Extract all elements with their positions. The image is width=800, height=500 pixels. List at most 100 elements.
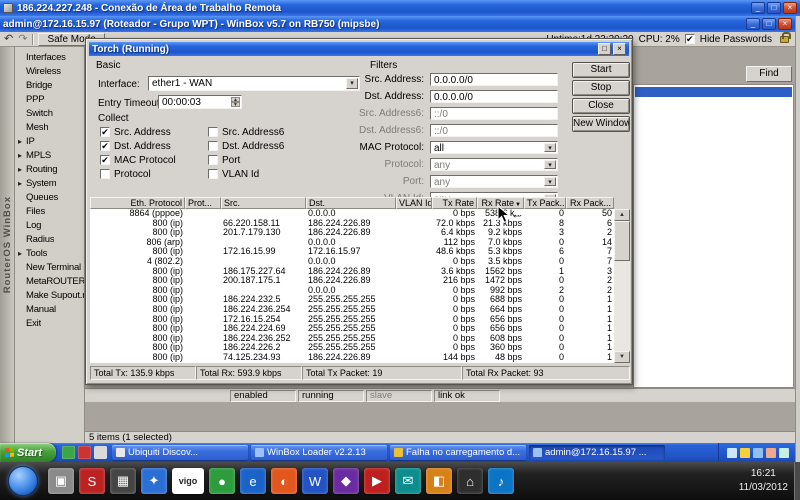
sidebar-item-radius[interactable]: Radius	[15, 232, 84, 246]
sidebar-item-metarouter[interactable]: MetaROUTER	[15, 274, 84, 288]
table-row[interactable]: 800 (ip)186.224.232.5255.255.255.2550 bp…	[90, 295, 614, 305]
filter-field-port[interactable]: any▾	[430, 175, 558, 188]
scroll-down-button[interactable]: ▼	[614, 351, 630, 363]
app-icon-6[interactable]: ●	[209, 468, 235, 494]
dropdown-button[interactable]: ▾	[544, 143, 556, 152]
column-header-dst[interactable]: Dst.	[306, 197, 396, 209]
taskbar-task-falha-no-carregamento-d[interactable]: Falha no carregamento d...	[390, 445, 526, 460]
table-row[interactable]: 800 (ip)172.16.15.254255.255.255.2550 bp…	[90, 315, 614, 325]
collect-checkbox-dst-address[interactable]: ✔Dst. Address	[100, 139, 176, 153]
tray-icon[interactable]	[740, 448, 750, 458]
selected-row[interactable]	[635, 87, 792, 97]
sidebar-item-exit[interactable]: Exit	[15, 316, 84, 330]
sidebar-item-bridge[interactable]: Bridge	[15, 78, 84, 92]
taskbar-task-admin-172-16-15-97[interactable]: admin@172.16.15.97 ...	[529, 445, 665, 460]
spinner-down-icon[interactable]: ▼	[231, 102, 240, 107]
dropdown-button[interactable]: ▾	[544, 160, 556, 169]
scroll-up-button[interactable]: ▲	[614, 209, 630, 221]
table-row[interactable]: 800 (ip)74.125.234.93186.224.226.89144 b…	[90, 353, 614, 363]
torch-restore-button[interactable]: □	[598, 43, 611, 55]
app-icon-8[interactable]: ◐	[271, 468, 297, 494]
table-row[interactable]: 800 (ip)186.224.236.254255.255.255.2550 …	[90, 305, 614, 315]
winbox-restore-button[interactable]: □	[762, 18, 776, 30]
app-icon-9[interactable]: W	[302, 468, 328, 494]
taskbar-clock[interactable]: 16:21 11/03/2012	[739, 467, 788, 495]
filter-field-src-address[interactable]: 0.0.0.0/0	[430, 73, 558, 86]
entry-timeout-field[interactable]: 00:00:03 ▲ ▼	[158, 95, 242, 109]
table-row[interactable]: 800 (ip)186.224.236.252255.255.255.2550 …	[90, 334, 614, 344]
start-button[interactable]: Start	[0, 443, 56, 462]
filter-field-mac-protocol[interactable]: all▾	[430, 141, 558, 154]
table-row[interactable]: 800 (ip)186.224.226.2255.255.255.2550 bp…	[90, 343, 614, 353]
spinner[interactable]: ▲ ▼	[231, 97, 240, 107]
quicklaunch-icon[interactable]	[62, 446, 75, 459]
new-window-button[interactable]: New Window	[572, 116, 630, 132]
app-icon-14[interactable]: ⌂	[457, 468, 483, 494]
quicklaunch-icon[interactable]	[78, 446, 91, 459]
app-icon-13[interactable]: ◧	[426, 468, 452, 494]
rdp-minimize-button[interactable]: _	[751, 2, 765, 14]
column-header-eth-protocol[interactable]: Eth. Protocol	[90, 197, 185, 209]
column-header-vlan-id[interactable]: VLAN Id	[396, 197, 432, 209]
table-row[interactable]: 800 (ip)66.220.158.11186.224.226.8972.0 …	[90, 219, 614, 229]
table-row[interactable]: 4 (802.2)0.0.0.00 bps3.5 kbps07	[90, 257, 614, 267]
sidebar-item-new-terminal[interactable]: New Terminal	[15, 260, 84, 274]
collect-checkbox-port[interactable]: Port	[208, 153, 284, 167]
tray-icon[interactable]	[766, 448, 776, 458]
app-icon-10[interactable]: ◆	[333, 468, 359, 494]
filter-field-dst-address6[interactable]: ::/0	[430, 124, 558, 137]
rdp-scrollbar[interactable]	[795, 16, 800, 462]
sidebar-item-ip[interactable]: ▸IP	[15, 134, 84, 148]
table-row[interactable]: 806 (arp)0.0.0.0112 bps7.0 kbps014	[90, 238, 614, 248]
torch-dialog-titlebar[interactable]: Torch (Running) □×	[89, 42, 629, 56]
table-row[interactable]: 800 (ip)0.0.0.00 bps992 bps22	[90, 286, 614, 296]
rdp-restore-button[interactable]: □	[767, 2, 781, 14]
rdp-close-button[interactable]: ×	[783, 2, 797, 14]
host-start-orb[interactable]	[8, 466, 38, 496]
table-row[interactable]: 800 (ip)201.7.179.130186.224.226.896.4 k…	[90, 228, 614, 238]
tray-icon[interactable]	[779, 448, 789, 458]
filter-field-protocol[interactable]: any▾	[430, 158, 558, 171]
collect-checkbox-src-address6[interactable]: Src. Address6	[208, 125, 284, 139]
collect-checkbox-dst-address6[interactable]: Dst. Address6	[208, 139, 284, 153]
close-button[interactable]: Close	[572, 98, 630, 114]
table-row[interactable]: 800 (ip)172.16.15.99172.16.15.9748.6 kbp…	[90, 247, 614, 257]
quicklaunch-icon[interactable]	[94, 446, 107, 459]
stop-button[interactable]: Stop	[572, 80, 630, 96]
table-row[interactable]: 800 (ip)186.175.227.64186.224.226.893.6 …	[90, 267, 614, 277]
table-row[interactable]: 800 (ip)200.187.175.1186.224.226.89216 b…	[90, 276, 614, 286]
sidebar-item-mesh[interactable]: Mesh	[15, 120, 84, 134]
table-scrollbar[interactable]: ▲ ▼	[614, 209, 630, 363]
sidebar-item-switch[interactable]: Switch	[15, 106, 84, 120]
app-icon-12[interactable]: ✉	[395, 468, 421, 494]
start-button[interactable]: Start	[572, 62, 630, 78]
find-button[interactable]: Find	[746, 66, 792, 82]
column-header-tx-rate[interactable]: Tx Rate	[432, 197, 477, 209]
collect-checkbox-src-address[interactable]: ✔Src. Address	[100, 125, 176, 139]
app-icon-2[interactable]: S	[79, 468, 105, 494]
filter-field-dst-address[interactable]: 0.0.0.0/0	[430, 90, 558, 103]
sidebar-item-interfaces[interactable]: Interfaces	[15, 50, 84, 64]
app-icon-1[interactable]: ▣	[48, 468, 74, 494]
tray-icon[interactable]	[753, 448, 763, 458]
winbox-titlebar[interactable]: admin@172.16.15.97 (Roteador - Grupo WPT…	[0, 16, 795, 32]
collect-checkbox-mac-protocol[interactable]: ✔MAC Protocol	[100, 153, 176, 167]
undo-icon[interactable]: ↶	[4, 33, 13, 46]
winbox-minimize-button[interactable]: _	[746, 18, 760, 30]
app-icon-15[interactable]: ♪	[488, 468, 514, 494]
sidebar-item-system[interactable]: ▸System	[15, 176, 84, 190]
collect-checkbox-vlan-id[interactable]: VLAN Id	[208, 167, 284, 181]
app-icon-4[interactable]: ✦	[141, 468, 167, 494]
torch-close-button[interactable]: ×	[613, 43, 626, 55]
app-icon-7[interactable]: e	[240, 468, 266, 494]
dropdown-button[interactable]: ▾	[544, 177, 556, 186]
rdp-titlebar[interactable]: 186.224.227.248 - Conexão de Área de Tra…	[0, 0, 800, 16]
interface-select[interactable]: ether1 - WAN ▾	[148, 76, 360, 91]
sidebar-item-mpls[interactable]: ▸MPLS	[15, 148, 84, 162]
hide-passwords-checkbox[interactable]: ✔	[685, 34, 695, 44]
sidebar-item-log[interactable]: Log	[15, 218, 84, 232]
app-icon-5[interactable]: vigo	[172, 468, 204, 494]
collect-checkbox-protocol[interactable]: Protocol	[100, 167, 176, 181]
app-icon-11[interactable]: ▶	[364, 468, 390, 494]
sidebar-item-files[interactable]: Files	[15, 204, 84, 218]
